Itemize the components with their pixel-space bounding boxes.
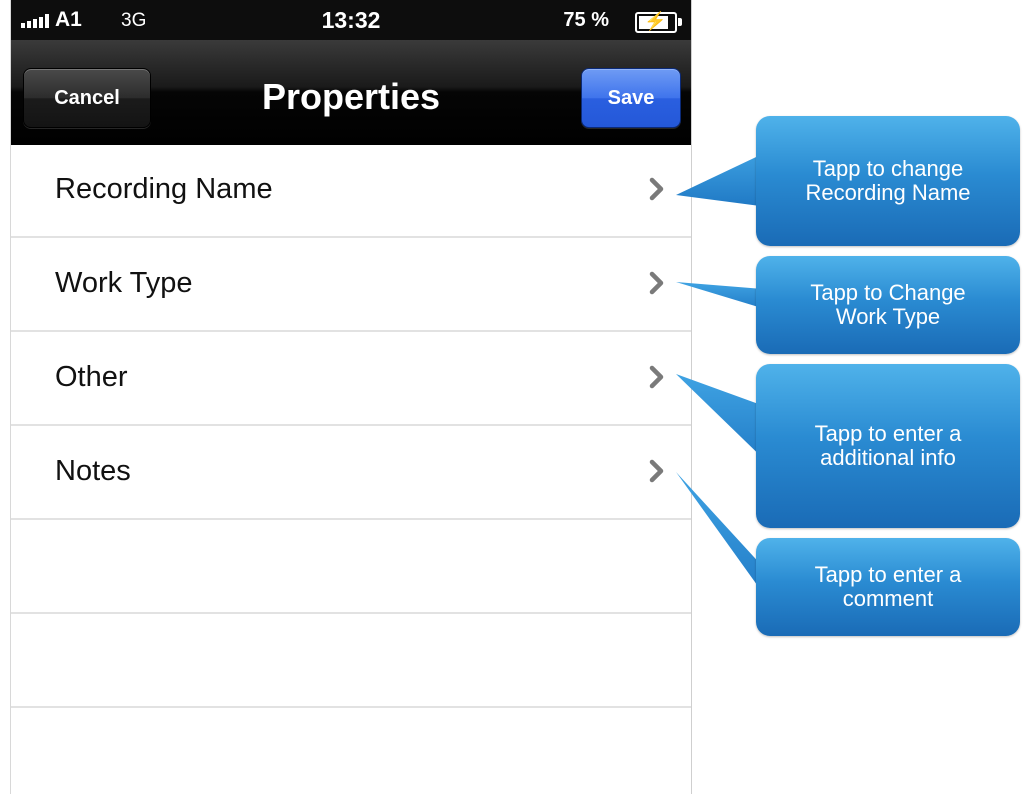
- empty-row: [11, 708, 691, 794]
- battery-percentage: 75 %: [563, 9, 609, 31]
- chevron-right-icon: [649, 459, 664, 483]
- callout-text: Tapp to Change Work Type: [810, 280, 966, 329]
- row-label: Other: [55, 361, 128, 393]
- navigation-bar: Cancel Properties Save: [11, 40, 691, 145]
- battery-charging-icon: ⚡: [635, 11, 682, 33]
- row-label: Work Type: [55, 267, 193, 299]
- callout-notes: Tapp to enter a comment: [756, 538, 1020, 636]
- callout-text: Tapp to enter a comment: [814, 562, 962, 611]
- row-label: Notes: [55, 455, 131, 487]
- empty-row: [11, 614, 691, 708]
- callout-text: Tapp to change Recording Name: [805, 156, 971, 205]
- save-button[interactable]: Save: [581, 68, 681, 128]
- row-recording-name[interactable]: Recording Name: [11, 144, 691, 238]
- chevron-right-icon: [649, 271, 664, 295]
- chevron-right-icon: [649, 365, 664, 389]
- empty-row: [11, 520, 691, 614]
- phone-screen: A1 3G 13:32 75 % ⚡ Cancel Properties Sav…: [10, 0, 692, 794]
- status-bar: A1 3G 13:32 75 % ⚡: [11, 0, 691, 40]
- chevron-right-icon: [649, 177, 664, 201]
- row-label: Recording Name: [55, 173, 273, 205]
- callout-other: Tapp to enter a additional info: [756, 364, 1020, 528]
- callout-work-type: Tapp to Change Work Type: [756, 256, 1020, 354]
- row-notes[interactable]: Notes: [11, 426, 691, 520]
- properties-table: Recording Name Work Type Other Notes: [11, 144, 691, 794]
- row-work-type[interactable]: Work Type: [11, 238, 691, 332]
- callout-recording-name: Tapp to change Recording Name: [756, 116, 1020, 246]
- row-other[interactable]: Other: [11, 332, 691, 426]
- callout-text: Tapp to enter a additional info: [814, 421, 962, 470]
